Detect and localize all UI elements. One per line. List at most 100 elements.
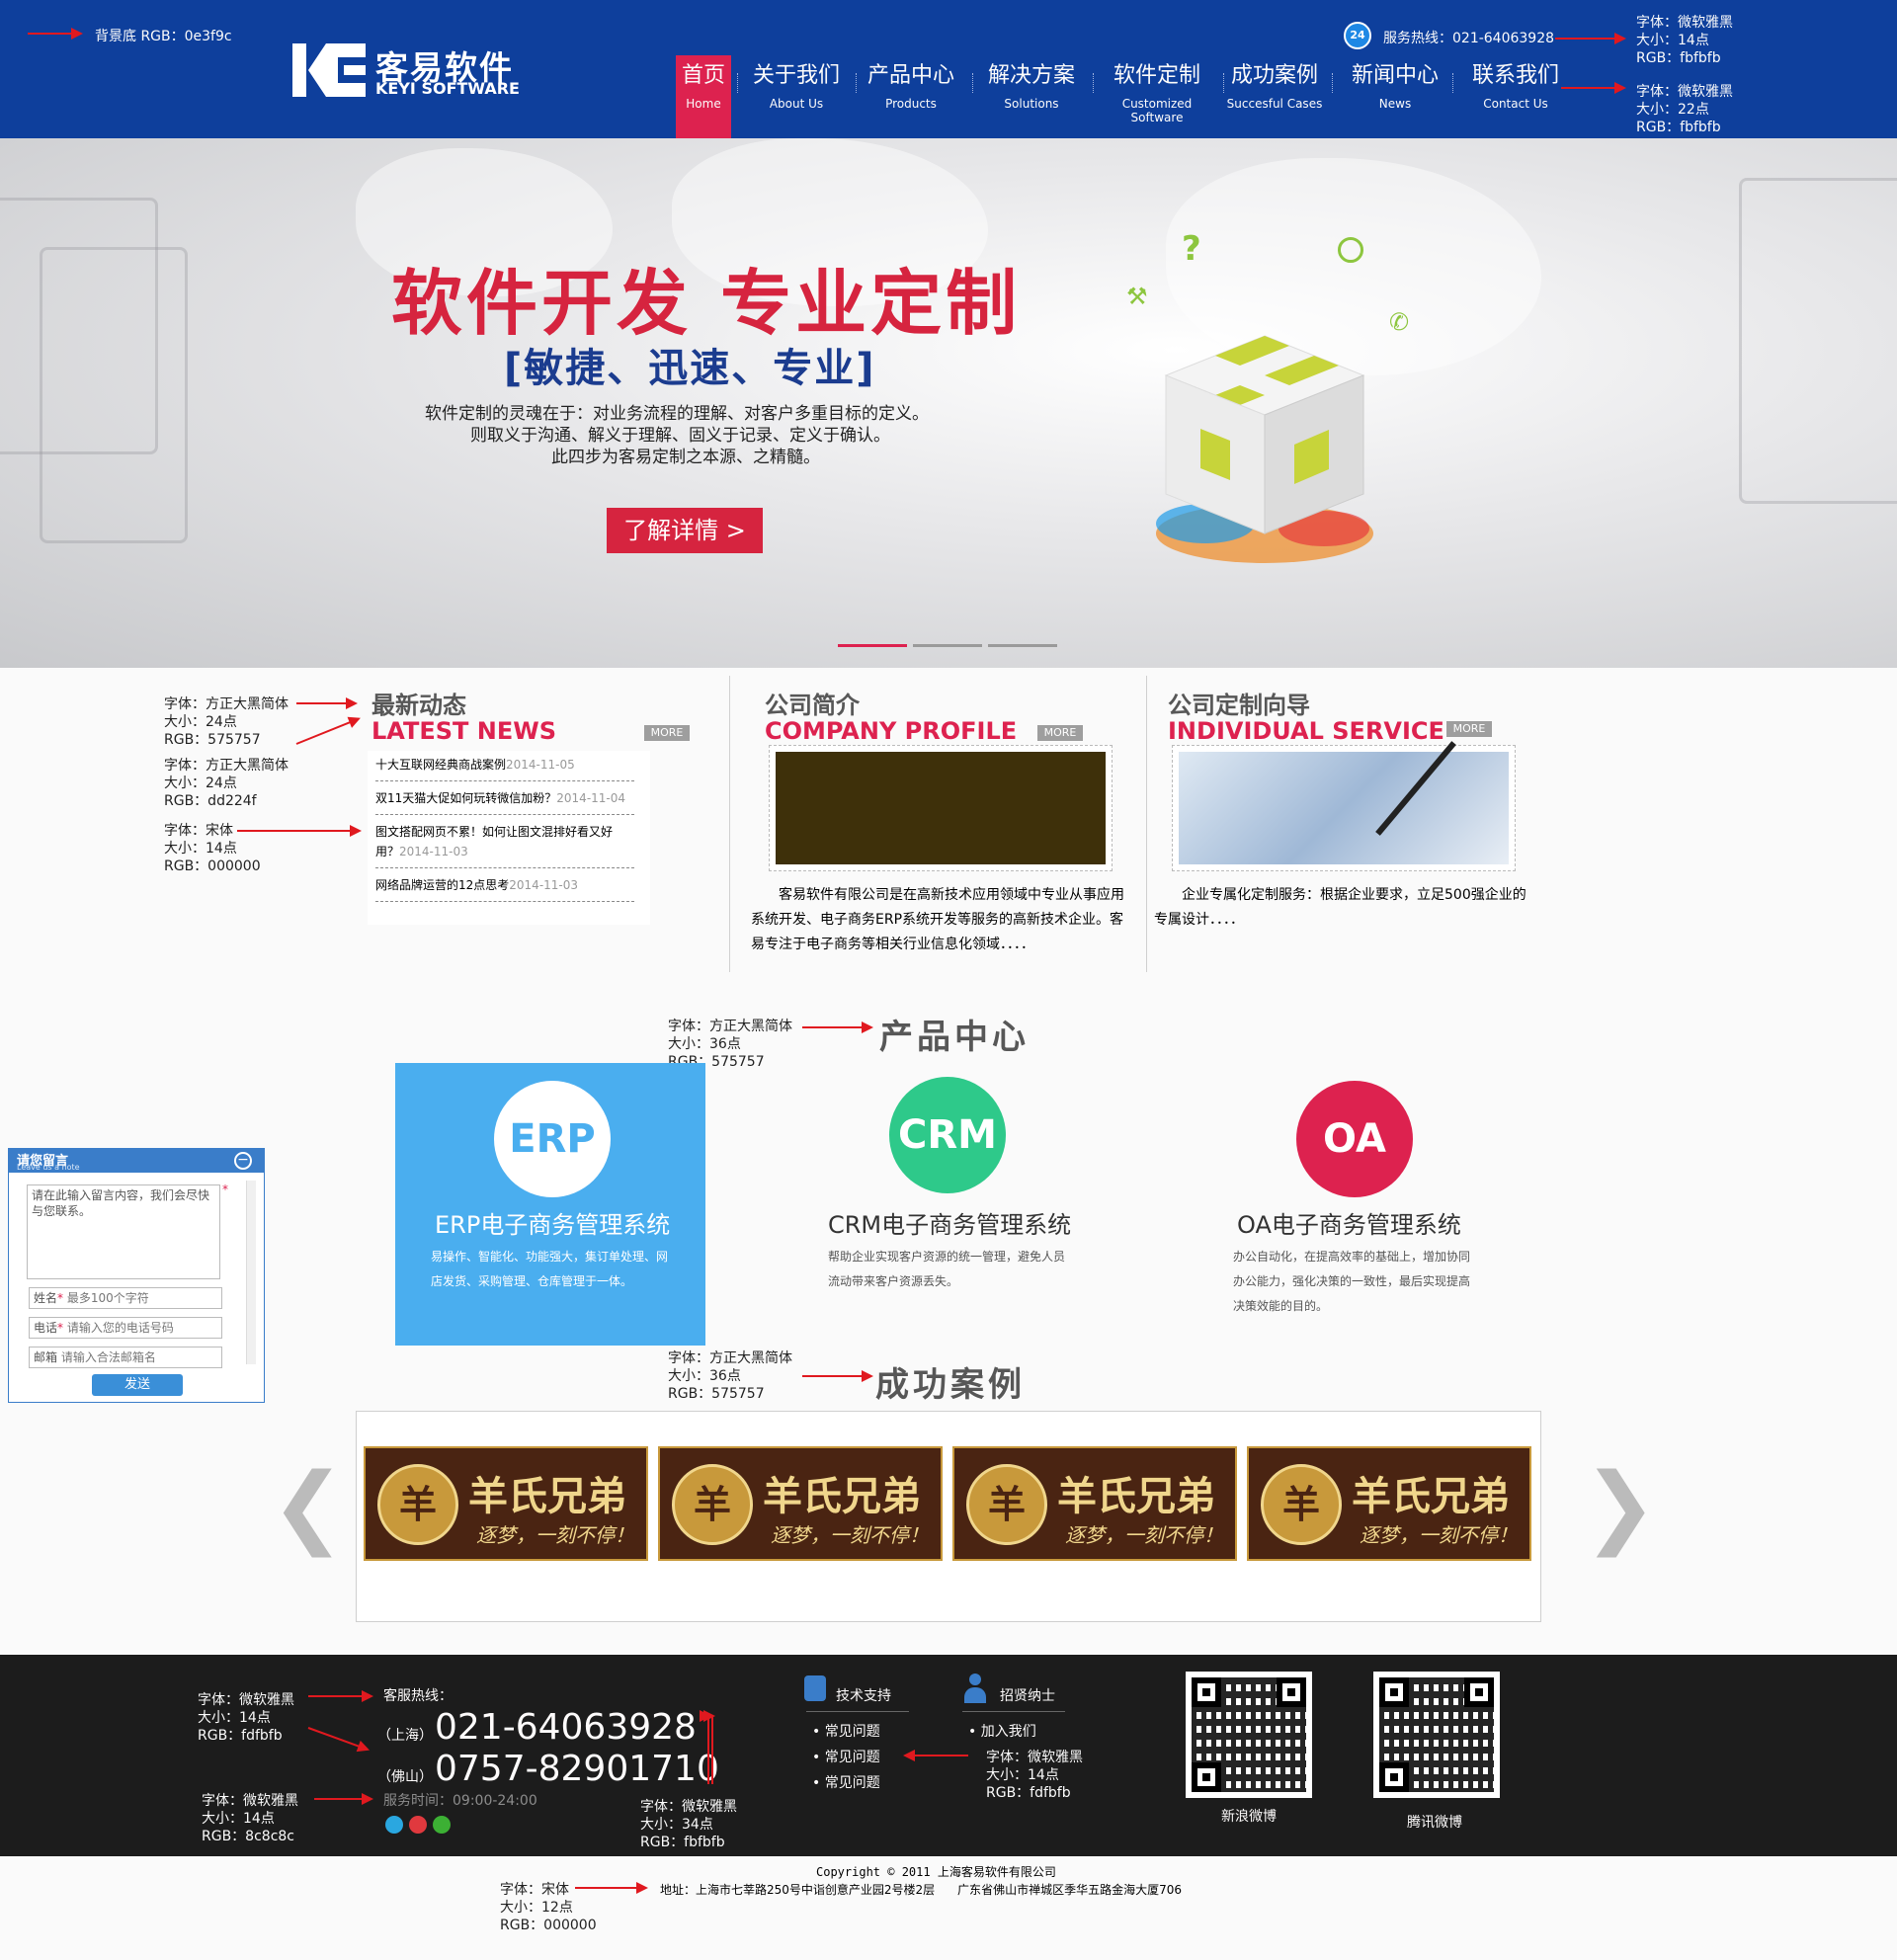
news-item[interactable]: 十大互联网经典商战案例2014-11-05 — [375, 755, 634, 781]
product-card-crm[interactable]: CRM CRM电子商务管理系统 帮助企业实现客户资源的统一管理，避免人员流动带来… — [794, 1063, 1105, 1346]
footer-divider — [962, 1711, 1065, 1712]
nav-home[interactable]: 首页 Home — [676, 55, 731, 138]
news-item[interactable]: 网络品牌运营的12点思考2014-11-03 — [375, 875, 634, 902]
nav-separator — [856, 73, 857, 93]
profile-title-en: COMPANY PROFILE — [765, 717, 1018, 745]
nav-cases[interactable]: 成功案例 Succesful Cases — [1225, 55, 1324, 138]
collapse-icon[interactable]: − — [234, 1152, 252, 1170]
annotation-footer-hotline-font: 字体：微软雅黑 大小：14点 RGB：fdfbfb — [198, 1692, 294, 1744]
case-tile[interactable]: 羊 羊氏兄弟 逐梦，一刻不停！ — [1247, 1446, 1531, 1561]
send-message-button[interactable]: 发送 — [92, 1374, 183, 1396]
column-divider — [1146, 676, 1147, 972]
footer-phone-foshan: 0757-82901710 — [435, 1749, 719, 1789]
qr-label-tencent: 腾讯微博 — [1407, 1815, 1462, 1831]
learn-more-button[interactable]: 了解详情 > — [607, 508, 763, 553]
annotation-copyright-font: 字体：宋体 大小：12点 RGB：000000 — [500, 1882, 597, 1933]
product-desc: 帮助企业实现客户资源的统一管理，避免人员流动带来客户资源丢失。 — [828, 1250, 1066, 1288]
yen-coin-icon: 羊 — [377, 1464, 458, 1545]
qr-label-sina: 新浪微博 — [1221, 1809, 1277, 1825]
banner-text-line: 此四步为客易定制之本源、之精髓。 — [551, 448, 820, 467]
guide-image — [1172, 741, 1516, 871]
oa-badge: OA — [1296, 1081, 1413, 1197]
nav-products[interactable]: 产品中心 Products — [862, 55, 960, 138]
news-item[interactable]: 图文搭配网页不累！如何让图文混排好看又好用？2014-11-03 — [375, 822, 634, 868]
product-desc: 办公自动化，在提高效率的基础上，增加协同办公能力，强化决策的一致性，最后实现提高… — [1233, 1250, 1471, 1313]
support-link[interactable]: • 常见问题 — [812, 1721, 880, 1741]
hotline-phone-icon: 24 — [1344, 22, 1371, 49]
name-field[interactable]: 姓名* 最多100个字符 — [29, 1287, 222, 1309]
support-link[interactable]: • 常见问题 — [812, 1772, 880, 1792]
carousel-next-button[interactable]: ❯ — [1583, 1462, 1657, 1551]
leave-message-widget: 请您留言 Leave us a note − 请在此输入留言内容，我们会尽快与您… — [8, 1148, 265, 1403]
circuit-decoration — [1739, 178, 1897, 504]
product-card-erp[interactable]: ERP ERP电子商务管理系统 易操作、智能化、功能强大，集订单处理、网店发货、… — [395, 1063, 705, 1346]
news-item[interactable]: 双11天猫大促如何玩转微信加粉？2014-11-04 — [375, 788, 634, 815]
nav-contact[interactable]: 联系我们 Contact Us — [1466, 55, 1565, 138]
annotation-arrow-vertical — [703, 1710, 715, 1784]
profile-image — [769, 745, 1113, 871]
footer-hotline-label: 客服热线： — [383, 1688, 453, 1704]
products-title: 产品中心 — [879, 1018, 1030, 1057]
product-card-oa[interactable]: OA OA电子商务管理系统 办公自动化，在提高效率的基础上，增加协同办公能力，强… — [1205, 1063, 1516, 1346]
rubiks-cube-illustration — [1156, 335, 1373, 563]
site-logo[interactable]: 客易软件 KEYI SOFTWARE — [292, 40, 520, 99]
case-tile[interactable]: 羊 羊氏兄弟 逐梦，一刻不停！ — [364, 1446, 648, 1561]
nav-solutions[interactable]: 解决方案 Solutions — [982, 55, 1081, 138]
annotation-arrow — [802, 1370, 873, 1382]
support-link[interactable]: • 常见问题 — [812, 1747, 880, 1766]
annotation-bg-color: 背景底 RGB：0e3f9c — [95, 29, 232, 44]
site-header: 背景底 RGB：0e3f9c 客易软件 KEYI SOFTWARE 24 服务热… — [0, 0, 1897, 138]
annotation-arrow — [1561, 82, 1626, 94]
email-field[interactable]: 邮箱 请输入合法邮箱名 — [29, 1347, 222, 1368]
annotation-arrow — [295, 717, 360, 745]
question-icon: ? — [1182, 229, 1201, 269]
case-tile[interactable]: 羊 羊氏兄弟 逐梦，一刻不停！ — [658, 1446, 943, 1561]
jobs-link[interactable]: • 加入我们 — [968, 1721, 1036, 1741]
wechat-icon[interactable] — [433, 1816, 451, 1834]
product-desc: 易操作、智能化、功能强大，集订单处理、网店发货、采购管理、仓库管理于一体。 — [431, 1250, 669, 1288]
hero-banner: 软件开发 专业定制 [敏捷、迅速、专业] 软件定制的灵魂在于：对业务流程的理解、… — [0, 138, 1897, 668]
nav-separator — [737, 73, 738, 93]
message-title-en: Leave us a note — [17, 1163, 80, 1172]
phone-field[interactable]: 电话* 请输入您的电话号码 — [29, 1317, 222, 1339]
profile-text: 客易软件有限公司是在高新技术应用领域中专业从事应用系统开发、电子商务ERP系统开… — [751, 887, 1124, 952]
jobs-title: 招贤纳士 — [1000, 1688, 1055, 1704]
weibo-icon[interactable] — [409, 1816, 427, 1834]
news-title-en: LATEST NEWS — [371, 717, 557, 745]
footer-service-hours: 服务时间：09:00-24:00 — [383, 1793, 537, 1809]
guide-title-cn: 公司定制向导 — [1168, 692, 1310, 719]
annotation-arrow — [905, 1755, 968, 1756]
product-name: OA电子商务管理系统 — [1237, 1211, 1461, 1239]
footer-phone-shanghai: 021-64063928 — [435, 1707, 697, 1748]
guide-more-button[interactable]: MORE — [1446, 721, 1492, 737]
column-divider — [729, 676, 730, 972]
nav-news[interactable]: 新闻中心 News — [1346, 55, 1444, 138]
guide-text: 企业专属化定制服务：根据企业要求，立足500强企业的专属设计．．．． — [1154, 887, 1526, 928]
annotation-footer-time-font: 字体：微软雅黑 大小：14点 RGB：8c8c8c — [202, 1793, 298, 1844]
annotation-arrow — [1555, 33, 1626, 44]
slide-indicator-3[interactable] — [988, 644, 1057, 647]
annotation-arrow — [28, 28, 83, 40]
scrollbar[interactable] — [246, 1181, 256, 1364]
annotation-hotline-font: 字体：微软雅黑 大小：14点 RGB：fbfbfb — [1636, 15, 1733, 66]
carousel-prev-button[interactable]: ❮ — [271, 1462, 345, 1551]
message-content-textarea[interactable]: 请在此输入留言内容，我们会尽快与您联系。 — [27, 1184, 220, 1279]
qq-icon[interactable] — [385, 1816, 403, 1834]
nav-about[interactable]: 关于我们 About Us — [747, 55, 846, 138]
news-more-button[interactable]: MORE — [644, 725, 690, 741]
annotation-footer-number-font: 字体：微软雅黑 大小：34点 RGB：fbfbfb — [640, 1799, 737, 1850]
tools-icon: ⚒ — [1126, 283, 1148, 310]
annotation-cases-font: 字体：方正大黑简体 大小：36点 RGB：575757 — [668, 1350, 792, 1402]
message-header: 请您留言 Leave us a note − — [9, 1149, 264, 1173]
circuit-decoration — [40, 247, 188, 543]
profile-more-button[interactable]: MORE — [1037, 725, 1083, 741]
slide-indicator-1[interactable] — [838, 644, 907, 647]
qr-code-sina-weibo — [1186, 1672, 1312, 1798]
news-title-cn: 最新动态 — [371, 692, 466, 719]
case-tile[interactable]: 羊 羊氏兄弟 逐梦，一刻不停！ — [952, 1446, 1237, 1561]
nav-custom-software[interactable]: 软件定制 Customized Software — [1095, 55, 1219, 138]
slide-indicator-2[interactable] — [913, 644, 982, 647]
footer-divider — [806, 1711, 909, 1712]
footer-city-shanghai: （上海） — [377, 1728, 433, 1744]
footer-city-foshan: （佛山） — [377, 1769, 433, 1785]
